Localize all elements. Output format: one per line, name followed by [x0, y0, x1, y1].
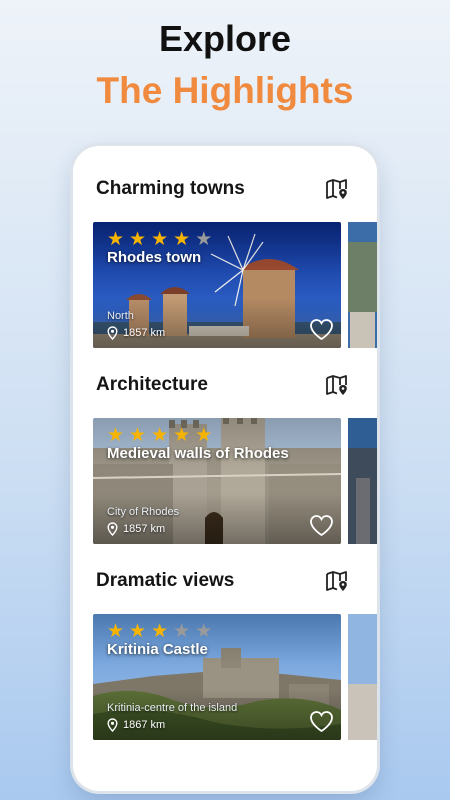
- card-distance: 1857 km: [107, 522, 165, 536]
- card-title: Medieval walls of Rhodes: [107, 445, 289, 462]
- map-icon[interactable]: [325, 178, 349, 200]
- heart-outline-icon[interactable]: [309, 318, 334, 341]
- star-filled-icon: ★: [173, 424, 191, 446]
- next-card-photo: [348, 614, 377, 740]
- rating-stars: ★ ★ ★ ★ ★: [107, 425, 212, 445]
- star-filled-icon: ★: [129, 424, 147, 446]
- star-filled-icon: ★: [129, 620, 147, 642]
- card-distance: 1857 km: [107, 326, 165, 340]
- next-card-peek[interactable]: [348, 614, 377, 740]
- map-icon[interactable]: [325, 374, 349, 396]
- card-distance-value: 1867 km: [123, 719, 166, 731]
- phone-screen: Charming towns ★ ★ ★ ★ ★ Rhodes town Nor…: [73, 146, 377, 791]
- section-title: Architecture: [96, 374, 208, 395]
- headline-title: Explore: [158, 18, 292, 59]
- section-architecture: Architecture ★ ★ ★ ★ ★ Medieval walls of…: [73, 354, 377, 550]
- location-pin-icon: [107, 522, 118, 536]
- section-dramatic-views: Dramatic views ★ ★ ★ ★ ★ Kritinia Castle…: [73, 550, 377, 746]
- star-filled-icon: ★: [107, 620, 125, 642]
- headline-subtitle: The Highlights: [96, 70, 354, 111]
- card-distance-value: 1857 km: [123, 523, 166, 535]
- place-card-kritinia-castle[interactable]: ★ ★ ★ ★ ★ Kritinia Castle Kritinia-centre of…: [93, 614, 341, 740]
- star-filled-icon: ★: [151, 424, 169, 446]
- card-distance-value: 1857 km: [123, 327, 166, 339]
- star-filled-icon: ★: [107, 424, 125, 446]
- section-title: Dramatic views: [96, 570, 235, 591]
- location-pin-icon: [107, 718, 118, 732]
- rating-stars: ★ ★ ★ ★ ★: [107, 621, 212, 641]
- star-filled-icon: ★: [151, 228, 169, 250]
- star-filled-icon: ★: [129, 228, 147, 250]
- rating-stars: ★ ★ ★ ★ ★: [107, 229, 212, 249]
- heart-outline-icon[interactable]: [309, 710, 334, 733]
- card-title: Rhodes town: [107, 249, 202, 266]
- next-card-photo: [348, 222, 377, 348]
- section-title: Charming towns: [96, 178, 245, 199]
- star-filled-icon: ★: [151, 620, 169, 642]
- heart-outline-icon[interactable]: [309, 514, 334, 537]
- star-empty-icon: ★: [173, 620, 191, 642]
- star-empty-icon: ★: [195, 228, 213, 250]
- place-card-medieval-walls[interactable]: ★ ★ ★ ★ ★ Medieval walls of Rhodes City of R…: [93, 418, 341, 544]
- map-icon[interactable]: [325, 570, 349, 592]
- next-card-peek[interactable]: [348, 418, 377, 544]
- next-card-photo: [348, 418, 377, 544]
- card-region: North: [107, 310, 134, 322]
- location-pin-icon: [107, 326, 118, 340]
- card-region: City of Rhodes: [107, 506, 180, 518]
- next-card-peek[interactable]: [348, 222, 377, 348]
- place-card-rhodes-town[interactable]: ★ ★ ★ ★ ★ Rhodes town North 1857 km: [93, 222, 341, 348]
- headline: Explore The Highlights: [0, 18, 450, 114]
- section-charming-towns: Charming towns ★ ★ ★ ★ ★ Rhodes town Nor…: [73, 158, 377, 354]
- star-filled-icon: ★: [195, 424, 213, 446]
- card-distance: 1867 km: [107, 718, 165, 732]
- star-empty-icon: ★: [195, 620, 213, 642]
- card-region: Kritinia-centre of the island: [107, 702, 238, 714]
- star-filled-icon: ★: [173, 228, 191, 250]
- star-filled-icon: ★: [107, 228, 125, 250]
- card-title: Kritinia Castle: [107, 641, 208, 658]
